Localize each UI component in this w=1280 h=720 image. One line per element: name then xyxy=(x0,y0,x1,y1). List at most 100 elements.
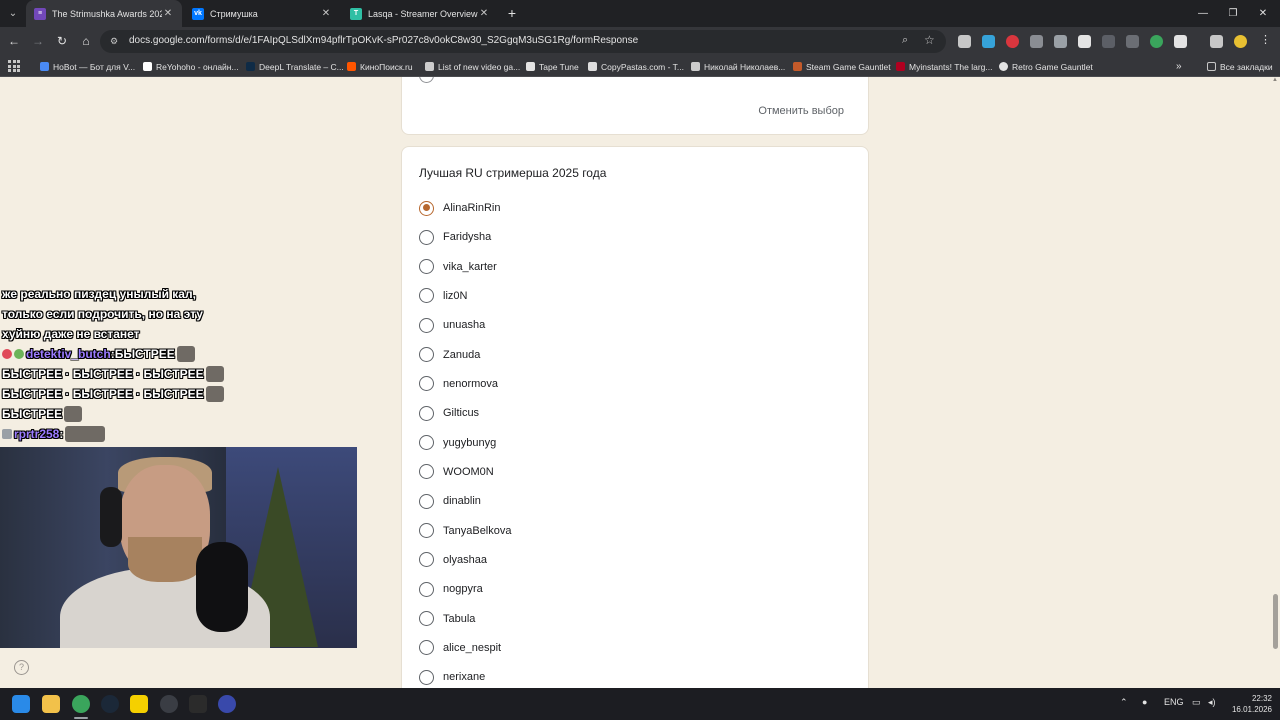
option-row[interactable]: nogpyra xyxy=(419,580,483,598)
bookmark-star-icon[interactable]: ☆ xyxy=(924,33,935,47)
app-bars-icon[interactable] xyxy=(130,695,148,713)
extension-grid-icon[interactable] xyxy=(1126,35,1139,48)
scroll-up-arrow-icon[interactable]: ▲ xyxy=(1272,77,1278,83)
file-explorer-icon[interactable] xyxy=(42,695,60,713)
tray-chevron-icon[interactable]: ⌃ xyxy=(1120,697,1128,708)
bookmark-deepl[interactable]: DeepL Translate – C... xyxy=(246,59,344,74)
option-row[interactable]: yugybunyg xyxy=(419,434,496,452)
option-row[interactable]: nerixane xyxy=(419,668,485,686)
menu-kebab-icon[interactable]: ⋮ xyxy=(1260,34,1273,47)
network-icon[interactable]: ▭ xyxy=(1192,697,1201,708)
address-bar[interactable]: ⚙ docs.google.com/forms/d/e/1FAIpQLSdlXm… xyxy=(100,30,946,53)
extension-stack-icon[interactable] xyxy=(958,35,971,48)
radio-button[interactable] xyxy=(419,523,434,539)
reload-icon[interactable]: ↻ xyxy=(53,32,71,50)
previous-option-radio[interactable] xyxy=(419,77,434,83)
more-bookmarks-chevron-icon[interactable]: » xyxy=(1176,59,1182,74)
radio-button[interactable] xyxy=(419,405,434,421)
discord-icon[interactable] xyxy=(218,695,236,713)
extension-7tv-icon[interactable] xyxy=(982,35,995,48)
option-row[interactable]: unuasha xyxy=(419,316,485,334)
option-row[interactable]: olyashaa xyxy=(419,551,487,569)
clear-selection-link[interactable]: Отменить выбор xyxy=(758,105,844,117)
bookmark-tape-tune[interactable]: Tape Tune xyxy=(526,59,579,74)
close-tab-icon[interactable]: ✕ xyxy=(320,8,332,19)
extension-badge-icon[interactable] xyxy=(1150,35,1163,48)
option-row[interactable]: Gilticus xyxy=(419,404,479,422)
radio-button[interactable] xyxy=(419,611,434,627)
bookmark-steam-gauntlet[interactable]: Steam Game Gauntlet xyxy=(793,59,891,74)
new-tab-button[interactable]: + xyxy=(504,4,520,22)
tab-strimushka-awards[interactable]: ≡ The Strimushka Awards 2025 - ✕ xyxy=(26,0,182,27)
forward-icon[interactable]: → xyxy=(29,32,47,50)
extensions-puzzle-icon[interactable] xyxy=(1174,35,1187,48)
radio-button[interactable] xyxy=(419,317,434,333)
radio-button[interactable] xyxy=(419,581,434,597)
close-window-icon[interactable]: ✕ xyxy=(1246,0,1280,27)
chrome-icon[interactable] xyxy=(72,695,90,713)
profile-avatar-icon[interactable] xyxy=(1234,35,1247,48)
extension-b-icon[interactable] xyxy=(1102,35,1115,48)
help-icon[interactable]: ? xyxy=(14,660,29,675)
radio-button[interactable] xyxy=(419,288,434,304)
site-info-icon[interactable]: ⚙ xyxy=(110,36,121,47)
back-icon[interactable]: ← xyxy=(5,32,23,50)
zoom-icon[interactable]: ⌕ xyxy=(902,34,908,47)
system-clock[interactable]: 22:32 16.01.2026 xyxy=(1227,693,1272,715)
extension-tool-icon[interactable] xyxy=(1054,35,1067,48)
extension-glasses-icon[interactable] xyxy=(1030,35,1043,48)
all-bookmarks-folder[interactable]: Все закладки xyxy=(1207,59,1273,74)
option-row[interactable]: Zanuda xyxy=(419,346,480,364)
microphone-tray-icon[interactable]: ● xyxy=(1142,697,1147,707)
extension-shield-icon[interactable] xyxy=(1006,35,1019,48)
option-row[interactable]: liz0N xyxy=(419,287,467,305)
option-row[interactable]: WOOM0N xyxy=(419,463,494,481)
bookmark-kinopoisk[interactable]: КиноПоиск.ru xyxy=(347,59,413,74)
bookmark-new-video-games[interactable]: List of new video ga... xyxy=(425,59,520,74)
bookmark-hobot[interactable]: HoBot — Бот для V... xyxy=(40,59,135,74)
tab-lasqa[interactable]: T Lasqa - Streamer Overview & S ✕ xyxy=(342,0,498,27)
radio-button[interactable] xyxy=(419,493,434,509)
option-row[interactable]: dinablin xyxy=(419,492,481,510)
option-row[interactable]: alice_nespit xyxy=(419,639,501,657)
radio-button[interactable] xyxy=(419,640,434,656)
option-row[interactable]: TanyaBelkova xyxy=(419,522,512,540)
bookmark-nikolai[interactable]: Николай Николаев... xyxy=(691,59,785,74)
option-row[interactable]: vika_karter xyxy=(419,258,497,276)
steam-icon[interactable] xyxy=(101,695,119,713)
option-row[interactable]: AlinaRinRin xyxy=(419,199,500,217)
restore-icon[interactable]: ❐ xyxy=(1216,0,1250,27)
home-icon[interactable]: ⌂ xyxy=(77,32,95,50)
extension-camera-icon[interactable] xyxy=(1078,35,1091,48)
radio-button[interactable] xyxy=(419,376,434,392)
radio-button[interactable] xyxy=(419,669,434,685)
option-row[interactable]: Faridysha xyxy=(419,228,491,246)
app-star-icon[interactable] xyxy=(189,695,207,713)
address-url[interactable]: docs.google.com/forms/d/e/1FAIpQLSdlXm94… xyxy=(129,35,638,46)
apps-grid-icon[interactable] xyxy=(8,60,20,72)
bookmark-reyohoho[interactable]: ReYohoho - онлайн... xyxy=(143,59,239,74)
close-tab-icon[interactable]: ✕ xyxy=(162,8,174,19)
bookmark-copypastas[interactable]: CopyPastas.com - T... xyxy=(588,59,684,74)
minimize-icon[interactable]: — xyxy=(1186,0,1220,27)
close-tab-icon[interactable]: ✕ xyxy=(478,8,490,19)
tab-search-button[interactable]: ⌄ xyxy=(4,4,22,22)
start-icon[interactable] xyxy=(12,695,30,713)
radio-button[interactable] xyxy=(419,464,434,480)
radio-button[interactable] xyxy=(419,229,434,245)
volume-icon[interactable]: ◂) xyxy=(1208,697,1216,708)
radio-button[interactable] xyxy=(419,259,434,275)
radio-button[interactable] xyxy=(419,347,434,363)
radio-button[interactable] xyxy=(419,552,434,568)
reading-list-icon[interactable] xyxy=(1210,35,1223,48)
bookmark-retro-gauntlet[interactable]: Retro Game Gauntlet xyxy=(999,59,1093,74)
page-scrollbar-thumb[interactable] xyxy=(1273,594,1278,649)
tab-strimushka-vk[interactable]: vk Стримушка ✕ xyxy=(184,0,340,27)
option-row[interactable]: nenormova xyxy=(419,375,498,393)
obs-icon[interactable] xyxy=(160,695,178,713)
language-indicator[interactable]: ENG xyxy=(1164,697,1184,707)
option-row[interactable]: Tabula xyxy=(419,610,475,628)
radio-selected[interactable] xyxy=(419,200,434,216)
bookmark-myinstants[interactable]: Myinstants! The larg... xyxy=(896,59,992,74)
radio-button[interactable] xyxy=(419,435,434,451)
